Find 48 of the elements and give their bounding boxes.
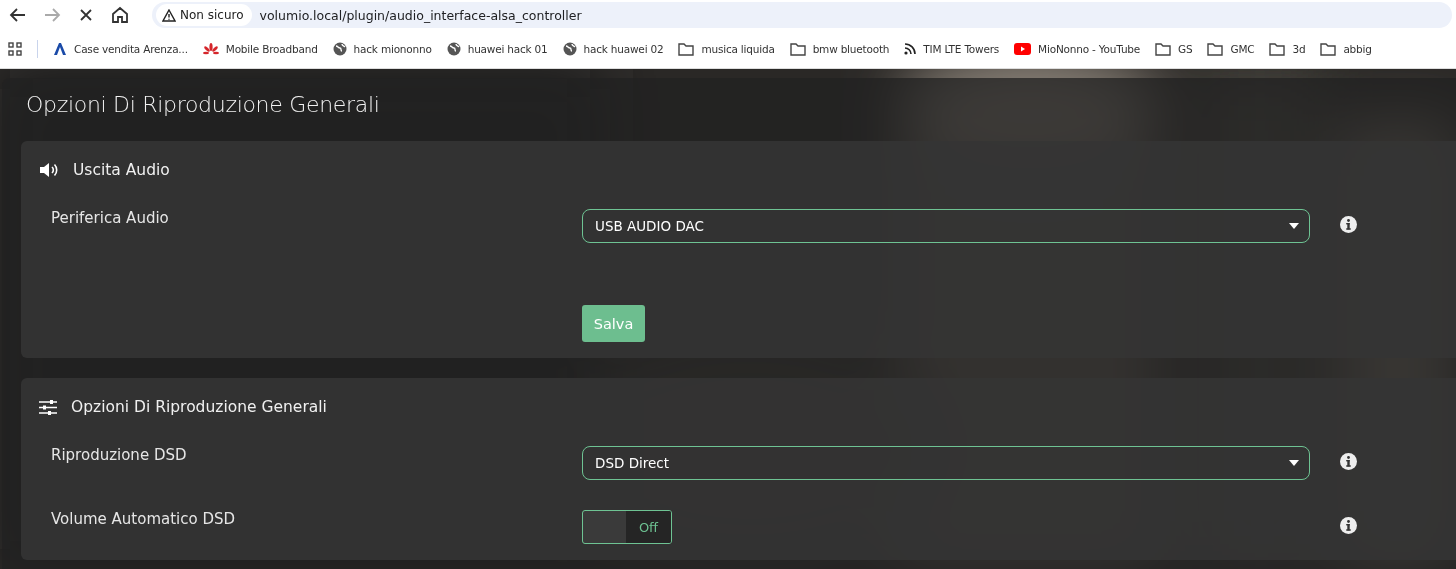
setting-label: Volume Automatico DSD	[51, 510, 237, 528]
bookmark[interactable]: Case vendita Arenza...	[53, 42, 188, 56]
bookmark[interactable]: GS	[1155, 42, 1193, 56]
page-title: Opzioni Di Riproduzione Generali	[26, 92, 381, 117]
folder-icon	[678, 42, 695, 56]
section-title: Uscita Audio	[73, 161, 170, 179]
section-title: Opzioni Di Riproduzione Generali	[71, 398, 327, 416]
folder-icon	[1320, 42, 1337, 56]
globe-icon	[562, 42, 577, 56]
bookmark[interactable]: hack huawei 02	[562, 42, 664, 56]
apps-icon[interactable]	[8, 42, 22, 56]
bookmark[interactable]: musica liquida	[678, 42, 775, 56]
setting-label: Periferica Audio	[51, 209, 170, 227]
bookmark[interactable]: bmw bluetooth	[789, 42, 890, 56]
folder-icon	[1269, 42, 1286, 56]
info-icon[interactable]	[1340, 216, 1357, 233]
url-text: volumio.local/plugin/audio_interface-alsa_controller	[259, 7, 582, 23]
globe-icon	[332, 42, 347, 56]
bookmark[interactable]: MioNonno - YouTube	[1014, 43, 1141, 55]
folder-icon	[1155, 42, 1172, 56]
video-icon	[1014, 43, 1032, 55]
feed-icon	[904, 43, 917, 55]
globe-icon	[446, 42, 461, 56]
bookmark[interactable]: Mobile Broadband	[202, 43, 318, 55]
toggle-switch[interactable]: Off	[582, 510, 672, 544]
bookmark[interactable]: abbig	[1320, 42, 1372, 56]
folder-icon	[1207, 42, 1224, 56]
info-icon[interactable]	[1340, 453, 1357, 470]
sliders-icon	[39, 399, 57, 415]
caret-icon	[1289, 223, 1299, 229]
security-label: Non sicuro	[180, 8, 244, 22]
info-icon[interactable]	[1340, 517, 1357, 534]
warning-icon	[162, 8, 176, 22]
flower-icon	[202, 43, 219, 55]
address-bar[interactable]: Non sicuro volumio.local/plugin/audio_interface-alsa_controller	[152, 2, 1452, 28]
bookmark[interactable]: TIM LTE Towers	[904, 43, 1000, 55]
folder-icon	[789, 42, 806, 56]
dropdown[interactable]: USB AUDIO DAC	[582, 209, 1310, 243]
dropdown[interactable]: DSD Direct	[582, 446, 1310, 480]
bookmark[interactable]: huawei hack 01	[446, 42, 548, 56]
security-chip[interactable]: Non sicuro	[156, 4, 252, 26]
bookmark[interactable]: hack miononno	[332, 42, 432, 56]
speaker-icon	[39, 162, 59, 178]
bookmark[interactable]: 3d	[1269, 42, 1306, 56]
bookmark[interactable]: GMC	[1207, 42, 1255, 56]
caret-icon	[1289, 460, 1299, 466]
logo-icon	[53, 42, 67, 56]
setting-label: Riproduzione DSD	[51, 446, 188, 464]
